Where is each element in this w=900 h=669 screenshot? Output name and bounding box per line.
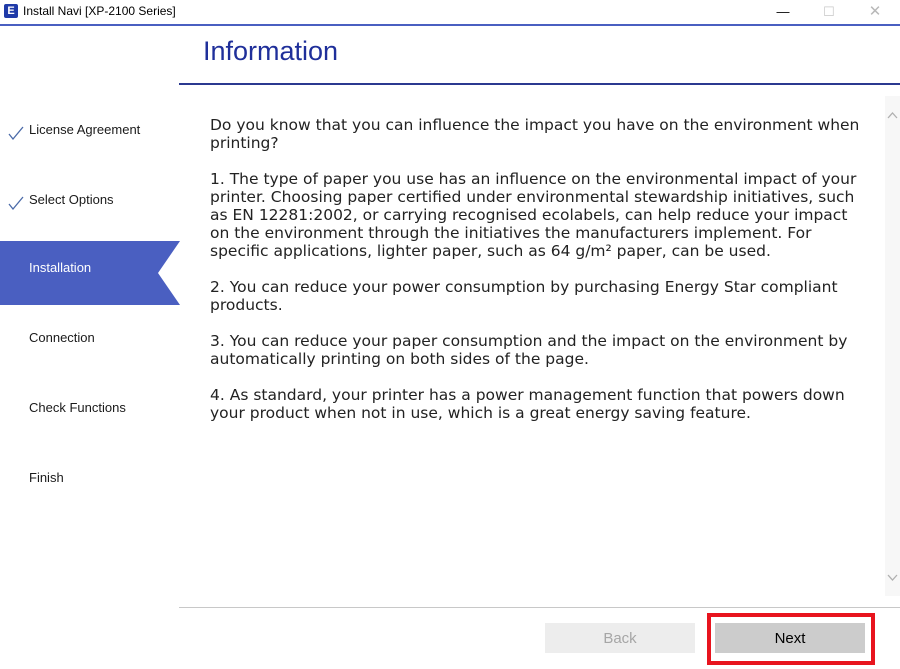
intro-paragraph: Do you know that you can influence the i… (210, 116, 860, 152)
step-installation: Installation (0, 241, 180, 305)
step-label: Connection (29, 330, 95, 345)
step-label: Installation (29, 260, 92, 275)
page-title: Information (203, 36, 339, 66)
window-title: Install Navi [XP-2100 Series] (23, 4, 176, 18)
step-label: License Agreement (29, 122, 141, 137)
active-step-notch (158, 241, 180, 305)
minimize-button[interactable]: — (760, 0, 806, 24)
title-bar: E Install Navi [XP-2100 Series] — ☐ ✕ (0, 0, 900, 26)
app-icon: E (4, 4, 18, 18)
back-button[interactable]: Back (545, 623, 695, 653)
step-label: Select Options (29, 192, 114, 207)
step-label: Check Functions (29, 400, 126, 415)
maximize-button[interactable]: ☐ (806, 0, 852, 24)
tip-paragraph: 4. As standard, your printer has a power… (210, 386, 845, 422)
tip-paragraph: 2. You can reduce your power consumption… (210, 278, 838, 314)
checkmark-icon (8, 196, 24, 210)
step-connection: Connection (0, 330, 180, 394)
next-button-highlight (707, 613, 875, 665)
scroll-up-icon[interactable] (885, 108, 900, 124)
step-license-agreement: License Agreement (0, 122, 180, 186)
scroll-down-icon[interactable] (885, 570, 900, 586)
vertical-scrollbar[interactable] (885, 96, 900, 596)
tip-paragraph: 1. The type of paper you use has an infl… (210, 170, 857, 260)
step-check-functions: Check Functions (0, 400, 180, 464)
step-finish: Finish (0, 470, 180, 534)
step-label: Finish (29, 470, 64, 485)
information-text: Do you know that you can influence the i… (210, 116, 865, 440)
steps-sidebar: License Agreement Select Options Install… (0, 26, 180, 669)
footer-divider (179, 607, 900, 608)
close-button[interactable]: ✕ (852, 0, 898, 24)
checkmark-icon (8, 126, 24, 140)
tip-paragraph: 3. You can reduce your paper consumption… (210, 332, 848, 368)
title-divider (179, 83, 900, 85)
